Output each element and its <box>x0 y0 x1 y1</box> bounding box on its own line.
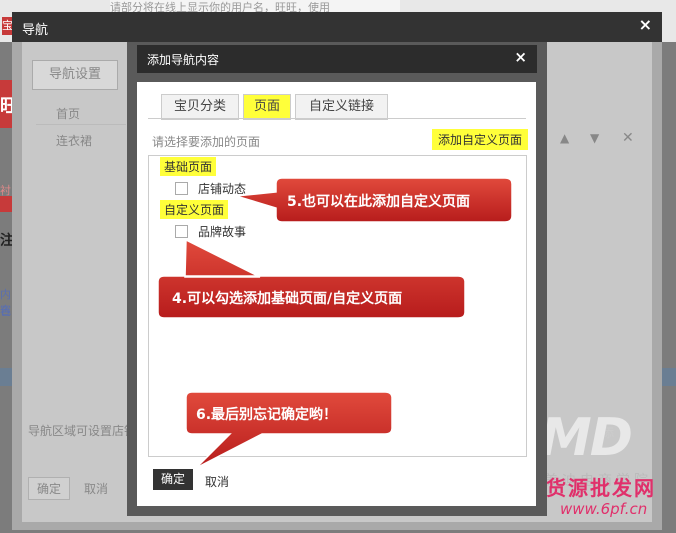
callout-text-confirm: 6.最后别忘记确定哟！ <box>196 407 338 423</box>
annotation-callouts <box>157 177 513 469</box>
callout-text-check-pages: 4.可以勾选添加基础页面/自定义页面 <box>172 291 403 307</box>
callout-text-add-custom: 5.也可以在此添加自定义页面 <box>287 194 471 210</box>
